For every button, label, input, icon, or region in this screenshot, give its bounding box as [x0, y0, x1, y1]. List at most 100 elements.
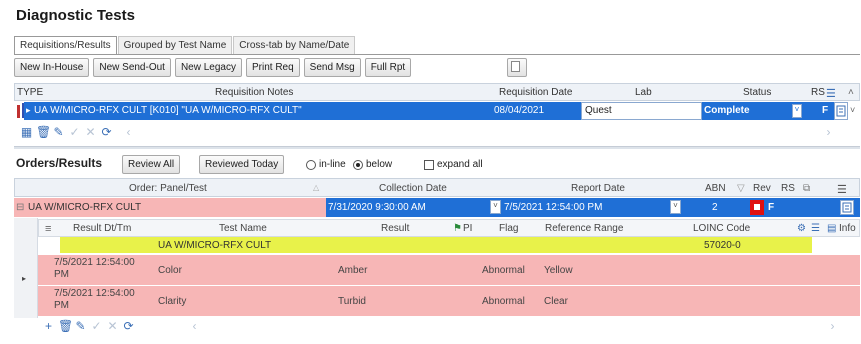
result-row-clarity[interactable]: 7/5/2021 12:54:00 PM Clarity Turbid Abno…	[38, 286, 860, 316]
new-legacy-button[interactable]: New Legacy	[174, 58, 242, 77]
tab-grouped-by-test-name[interactable]: Grouped by Test Name	[117, 36, 233, 54]
results-edit-icon[interactable]: ✎	[74, 319, 87, 333]
order-collection-date: 7/31/2020 9:30:00 AM	[328, 202, 426, 213]
toolbar: New In-House New Send-Out New Legacy Pri…	[14, 58, 528, 77]
menu-icon[interactable]: ☰	[826, 87, 836, 100]
result-row-color-visible[interactable]: 7/5/2021 12:54:00 PM Color Amber Abnorma…	[38, 255, 860, 285]
scroll-right-icon[interactable]: ›	[822, 125, 835, 139]
lab-cell[interactable]: Quest	[581, 102, 702, 120]
col-status[interactable]: Status	[743, 87, 771, 98]
result-dttm-line2: PM	[54, 269, 69, 280]
col-requisition-notes[interactable]: Requisition Notes	[215, 87, 293, 98]
highlight-loinc: 57020-0	[704, 240, 741, 251]
scroll-left-icon[interactable]: ‹	[122, 125, 135, 139]
tab-cross-tab[interactable]: Cross-tab by Name/Date	[233, 36, 356, 54]
scroll-up-icon[interactable]: ˄	[848, 87, 854, 98]
results-menu-icon[interactable]: ≡	[45, 223, 51, 235]
collapse-icon[interactable]: ⊟	[16, 202, 24, 213]
add-icon[interactable]: +	[42, 319, 55, 333]
col-result-dttm[interactable]: Result Dt/Tm	[73, 223, 131, 234]
result-range: Yellow	[544, 265, 573, 276]
filter-icon[interactable]: ▽	[737, 183, 745, 194]
send-msg-button[interactable]: Send Msg	[303, 58, 361, 77]
results-refresh-icon[interactable]: ⟳	[122, 319, 135, 333]
col-type[interactable]: TYPE	[17, 87, 43, 98]
new-send-out-button[interactable]: New Send-Out	[93, 58, 171, 77]
expand-all-option[interactable]: expand all	[424, 159, 483, 170]
tab-requisitions-results[interactable]: Requisitions/Results	[14, 36, 117, 54]
collection-dropdown-icon[interactable]: ˅	[490, 200, 501, 214]
review-all-button[interactable]: Review All	[122, 155, 181, 174]
expand-all-checkbox[interactable]	[424, 159, 434, 170]
col-flag[interactable]: Flag	[499, 223, 518, 234]
row-pointer-icon: ▸	[26, 105, 31, 115]
result-flag: Abnormal	[482, 265, 525, 276]
edit-icon[interactable]: ✎	[52, 125, 65, 139]
refresh-icon[interactable]: ⟳	[100, 125, 113, 139]
col-test-name[interactable]: Test Name	[219, 223, 267, 234]
requisition-row[interactable]: ▸ UA W/MICRO-RFX CULT [K010] "UA W/MICRO…	[24, 102, 834, 120]
delete-icon[interactable]: 🗑	[36, 125, 51, 139]
reviewed-today-button[interactable]: Reviewed Today	[199, 155, 285, 174]
results-scroll-left-icon[interactable]: ‹	[188, 319, 201, 333]
col-loinc-code[interactable]: LOINC Code	[693, 223, 750, 234]
result-value: Turbid	[338, 296, 366, 307]
requisition-nav-bar: ▦ 🗑 ✎ ✓ ✕ ⟳ ‹ ›	[14, 124, 860, 140]
expand-all-label: expand all	[437, 159, 483, 170]
order-abn: 2	[712, 202, 718, 213]
results-cancel-icon[interactable]: ✕	[106, 319, 119, 333]
results-list-icon[interactable]: ☰	[811, 223, 820, 234]
copy-icon[interactable]: ⧉	[803, 183, 810, 194]
col-panel-test[interactable]: Order: Panel/Test	[129, 183, 207, 194]
order-detail-icon[interactable]	[840, 200, 854, 215]
new-in-house-button[interactable]: New In-House	[14, 58, 90, 77]
orders-results-title: Orders/Results	[16, 156, 103, 170]
grid-icon[interactable]: ▦	[20, 125, 33, 139]
sort-icon: △	[313, 183, 320, 192]
cancel-icon[interactable]: ✕	[84, 125, 97, 139]
report-dropdown-icon[interactable]: ˅	[670, 200, 681, 214]
columns-icon[interactable]: ☰	[837, 183, 847, 196]
order-report-date: 7/5/2021 12:54:00 PM	[504, 202, 603, 213]
document-button[interactable]	[507, 58, 528, 77]
inline-radio[interactable]	[306, 159, 316, 170]
below-radio[interactable]	[353, 159, 363, 170]
splitter[interactable]	[14, 146, 860, 149]
order-selected-cells[interactable]: 7/31/2020 9:30:00 AM ˅ 7/5/2021 12:54:00…	[326, 198, 860, 217]
tab-divider	[14, 54, 860, 55]
results-tools-icon[interactable]: ⚙	[797, 223, 806, 234]
confirm-icon[interactable]: ✓	[68, 125, 81, 139]
below-option[interactable]: below	[353, 159, 392, 170]
detail-icon[interactable]	[834, 102, 848, 120]
results-info-icon[interactable]: ▤	[827, 223, 836, 234]
scroll-down-icon[interactable]: ˅	[850, 105, 855, 115]
result-test-name: Clarity	[158, 296, 187, 307]
col-pi[interactable]: PI	[463, 223, 472, 234]
current-row-icon: ▸	[22, 274, 27, 283]
result-value: Amber	[338, 265, 368, 276]
rev-flag[interactable]	[750, 200, 764, 215]
col-reference-range[interactable]: Reference Range	[545, 223, 623, 234]
tab-bar: Requisitions/Results Grouped by Test Nam…	[14, 36, 356, 54]
col-lab[interactable]: Lab	[635, 87, 652, 98]
results-confirm-icon[interactable]: ✓	[90, 319, 103, 333]
col-abn[interactable]: ABN	[705, 183, 726, 194]
print-req-button[interactable]: Print Req	[245, 58, 300, 77]
col-info[interactable]: Info	[839, 223, 856, 234]
result-dttm-line1: 7/5/2021 12:54:00	[54, 288, 135, 299]
col-rs[interactable]: RS	[811, 87, 825, 98]
col-report-date[interactable]: Report Date	[571, 183, 625, 194]
rs-dropdown-icon[interactable]: ˅	[792, 104, 802, 118]
col-rs[interactable]: RS	[781, 183, 795, 194]
results-delete-icon[interactable]: 🗑	[58, 319, 73, 333]
col-result[interactable]: Result	[381, 223, 409, 234]
results-scroll-right-icon[interactable]: ›	[826, 319, 839, 333]
result-dttm-line2: PM	[54, 300, 69, 311]
col-collection-date[interactable]: Collection Date	[379, 183, 447, 194]
full-rpt-button[interactable]: Full Rpt	[364, 58, 412, 77]
col-rev[interactable]: Rev	[753, 183, 771, 194]
inline-option[interactable]: in-line	[306, 159, 346, 170]
pi-icon: ⚑	[453, 223, 462, 234]
requisition-notes: UA W/MICRO-RFX CULT [K010] "UA W/MICRO-R…	[34, 105, 302, 116]
col-requisition-date[interactable]: Requisition Date	[499, 87, 572, 98]
